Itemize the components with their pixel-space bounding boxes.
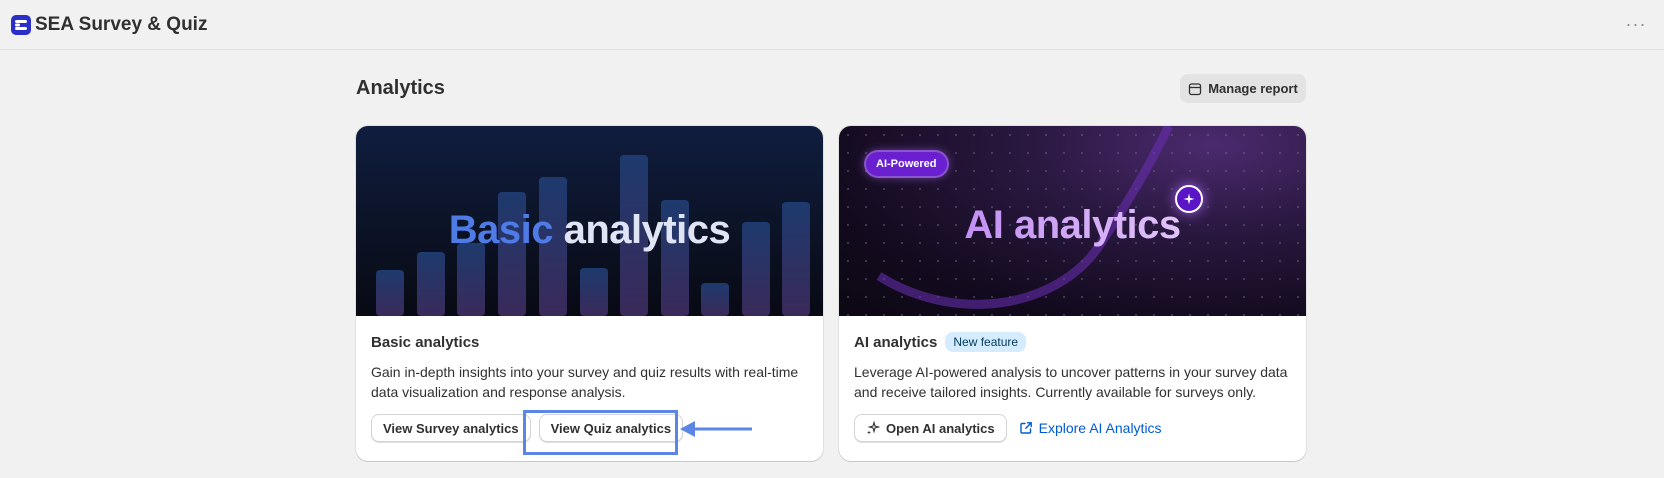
basic-banner-word2: analytics bbox=[563, 208, 731, 252]
basic-analytics-card: Basic analytics Basic analytics Gain in-… bbox=[356, 126, 823, 461]
ai-analytics-card: AI-Powered AI analytics AI analytics New… bbox=[839, 126, 1306, 461]
basic-card-description: Gain in-depth insights into your survey … bbox=[371, 364, 799, 400]
more-horizontal-icon[interactable]: ··· bbox=[1622, 12, 1650, 36]
ai-powered-pill: AI-Powered bbox=[866, 152, 947, 176]
basic-analytics-banner: Basic analytics bbox=[356, 126, 823, 316]
app-title: SEA Survey & Quiz bbox=[35, 13, 208, 35]
basic-banner-title: Basic analytics bbox=[356, 208, 823, 253]
annotation-arrow-icon bbox=[680, 421, 752, 437]
manage-report-label: Manage report bbox=[1208, 81, 1298, 96]
open-ai-analytics-button[interactable]: Open AI analytics bbox=[854, 414, 1007, 442]
top-bar: SEA Survey & Quiz ··· bbox=[0, 0, 1664, 50]
basic-card-title: Basic analytics bbox=[371, 333, 480, 351]
open-ai-analytics-label: Open AI analytics bbox=[886, 420, 995, 436]
manage-report-button[interactable]: Manage report bbox=[1180, 74, 1306, 103]
view-survey-analytics-button[interactable]: View Survey analytics bbox=[371, 414, 531, 442]
app-logo-icon bbox=[11, 14, 31, 35]
explore-ai-analytics-label: Explore AI Analytics bbox=[1038, 420, 1162, 436]
external-link-icon bbox=[1019, 422, 1032, 434]
ai-card-description: Leverage AI-powered analysis to uncover … bbox=[854, 364, 1288, 400]
explore-ai-analytics-link[interactable]: Explore AI Analytics bbox=[1019, 420, 1162, 436]
view-quiz-analytics-button[interactable]: View Quiz analytics bbox=[538, 414, 684, 442]
basic-banner-word1: Basic bbox=[448, 208, 554, 252]
ai-card-title: AI analytics bbox=[854, 333, 938, 351]
ai-banner-title: AI analytics bbox=[839, 203, 1306, 248]
ai-analytics-banner: AI-Powered AI analytics bbox=[839, 126, 1306, 316]
ai-card-actions: Open AI analytics Explore AI Analytics bbox=[854, 414, 1291, 442]
ai-card-body: AI analytics New feature Leverage AI-pow… bbox=[854, 332, 1291, 442]
new-feature-badge: New feature bbox=[945, 332, 1027, 352]
calendar-icon bbox=[1189, 82, 1202, 95]
sparkles-icon bbox=[867, 421, 880, 435]
page-title: Analytics bbox=[356, 77, 445, 99]
